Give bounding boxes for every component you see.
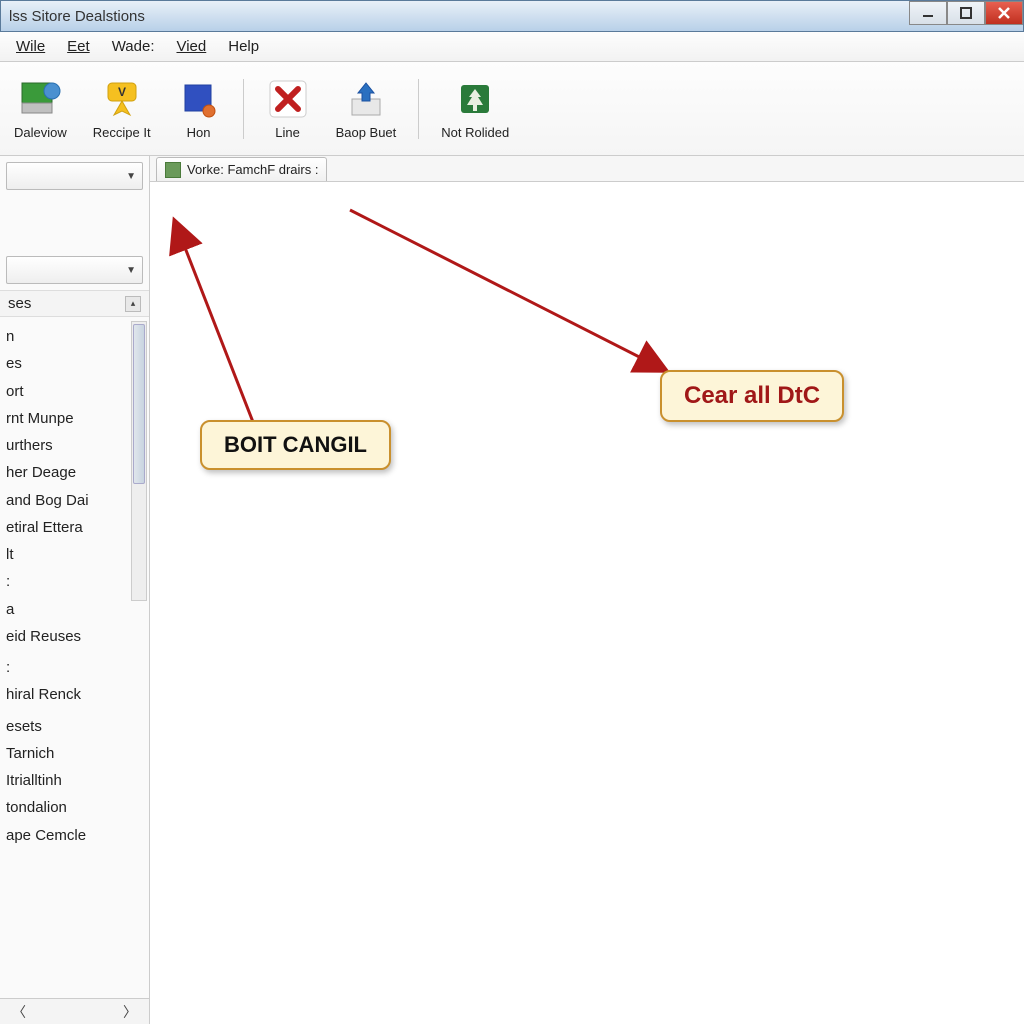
toolbar-daleviow-label: Daleviow <box>14 125 67 140</box>
toolbar: Daleviow V Reccipe It Hon Lin <box>0 62 1024 156</box>
list-item[interactable]: n <box>2 323 149 350</box>
list-item[interactable]: Tarnich <box>2 740 149 767</box>
list-item[interactable]: : <box>2 654 149 681</box>
svg-text:V: V <box>118 85 126 99</box>
list-item[interactable]: urthers <box>2 432 149 459</box>
tab-label: Vorke: FamchF drairs : <box>187 162 318 177</box>
main-area: ▼ ▼ ses ▴ n es ort rnt Munpe urthers her… <box>0 156 1024 1024</box>
menu-wade[interactable]: Wade: <box>102 35 165 58</box>
sidebar-list-header: ses ▴ <box>0 290 149 317</box>
toolbar-hon-label: Hon <box>187 125 211 140</box>
minimize-button[interactable] <box>909 1 947 25</box>
tabstrip: Vorke: FamchF drairs : <box>150 156 1024 182</box>
tree-icon <box>453 77 497 121</box>
window-title: lss Sitore Dealstions <box>9 8 145 25</box>
list-item[interactable]: etiral Ettera <box>2 514 149 541</box>
toolbar-separator <box>243 79 244 139</box>
list-item[interactable]: her Deage <box>2 459 149 486</box>
toolbar-separator-2 <box>418 79 419 139</box>
close-button[interactable] <box>985 1 1023 25</box>
toolbar-baop-label: Baop Buet <box>336 125 397 140</box>
upload-icon <box>344 77 388 121</box>
toolbar-hon[interactable]: Hon <box>171 73 227 144</box>
toolbar-baop[interactable]: Baop Buet <box>330 73 403 144</box>
window-controls <box>909 1 1023 29</box>
square-icon <box>177 77 221 121</box>
chevron-down-icon: ▼ <box>126 265 136 276</box>
list-item[interactable]: : <box>2 568 149 595</box>
toolbar-daleviow[interactable]: Daleviow <box>8 73 73 144</box>
sidebar-list: n es ort rnt Munpe urthers her Deage and… <box>0 317 149 998</box>
list-item[interactable]: tondalion <box>2 794 149 821</box>
toolbar-reccipe[interactable]: V Reccipe It <box>87 73 157 144</box>
sidebar-header-label: ses <box>8 295 31 312</box>
menu-help[interactable]: Help <box>218 35 269 58</box>
list-item[interactable]: rnt Munpe <box>2 405 149 432</box>
maximize-button[interactable] <box>947 1 985 25</box>
callout-2-text: Cear all DtC <box>684 382 820 409</box>
content-area: Vorke: FamchF drairs : <box>150 156 1024 1024</box>
menubar: Wile Eet Wade: Vied Help <box>0 32 1024 62</box>
monitor-icon <box>18 77 62 121</box>
document-icon <box>165 162 181 178</box>
callout-1-text: BOIT CANGIL <box>224 432 367 457</box>
list-item[interactable]: lt <box>2 541 149 568</box>
sidebar: ▼ ▼ ses ▴ n es ort rnt Munpe urthers her… <box>0 156 150 1024</box>
list-item[interactable]: eid Reuses <box>2 623 149 650</box>
toolbar-line[interactable]: Line <box>260 73 316 144</box>
scroll-up-button[interactable]: ▴ <box>125 296 141 312</box>
toolbar-line-label: Line <box>275 125 300 140</box>
annotation-callout-2: Cear all DtC <box>660 370 844 422</box>
sidebar-bottom-nav: 〈 〉 <box>0 998 149 1024</box>
list-item[interactable]: a <box>2 596 149 623</box>
list-item[interactable]: esets <box>2 713 149 740</box>
vertical-scrollbar[interactable] <box>131 321 147 601</box>
list-item[interactable]: hiral Renck <box>2 681 149 708</box>
sidebar-combo-2[interactable]: ▼ <box>6 256 143 284</box>
list-item[interactable]: and Bog Dai <box>2 487 149 514</box>
list-item[interactable]: Itrialltinh <box>2 767 149 794</box>
list-item[interactable]: es <box>2 350 149 377</box>
nav-left-button[interactable]: 〈 <box>6 1002 32 1022</box>
toolbar-notrolided[interactable]: Not Rolided <box>435 73 515 144</box>
chevron-down-icon: ▼ <box>126 171 136 182</box>
menu-eet[interactable]: Eet <box>57 35 100 58</box>
titlebar: lss Sitore Dealstions <box>0 0 1024 32</box>
list-item[interactable]: ort <box>2 378 149 405</box>
tab-vorke[interactable]: Vorke: FamchF drairs : <box>156 157 327 181</box>
menu-vied[interactable]: Vied <box>166 35 216 58</box>
annotation-callout-1: BOIT CANGIL <box>200 420 391 470</box>
sidebar-combo-1[interactable]: ▼ <box>6 162 143 190</box>
menu-wile[interactable]: Wile <box>6 35 55 58</box>
scrollbar-thumb[interactable] <box>133 324 145 484</box>
list-item[interactable]: ape Cemcle <box>2 822 149 849</box>
badge-icon: V <box>100 77 144 121</box>
nav-right-button[interactable]: 〉 <box>117 1002 143 1022</box>
toolbar-reccipe-label: Reccipe It <box>93 125 151 140</box>
x-icon <box>266 77 310 121</box>
toolbar-notrolided-label: Not Rolided <box>441 125 509 140</box>
